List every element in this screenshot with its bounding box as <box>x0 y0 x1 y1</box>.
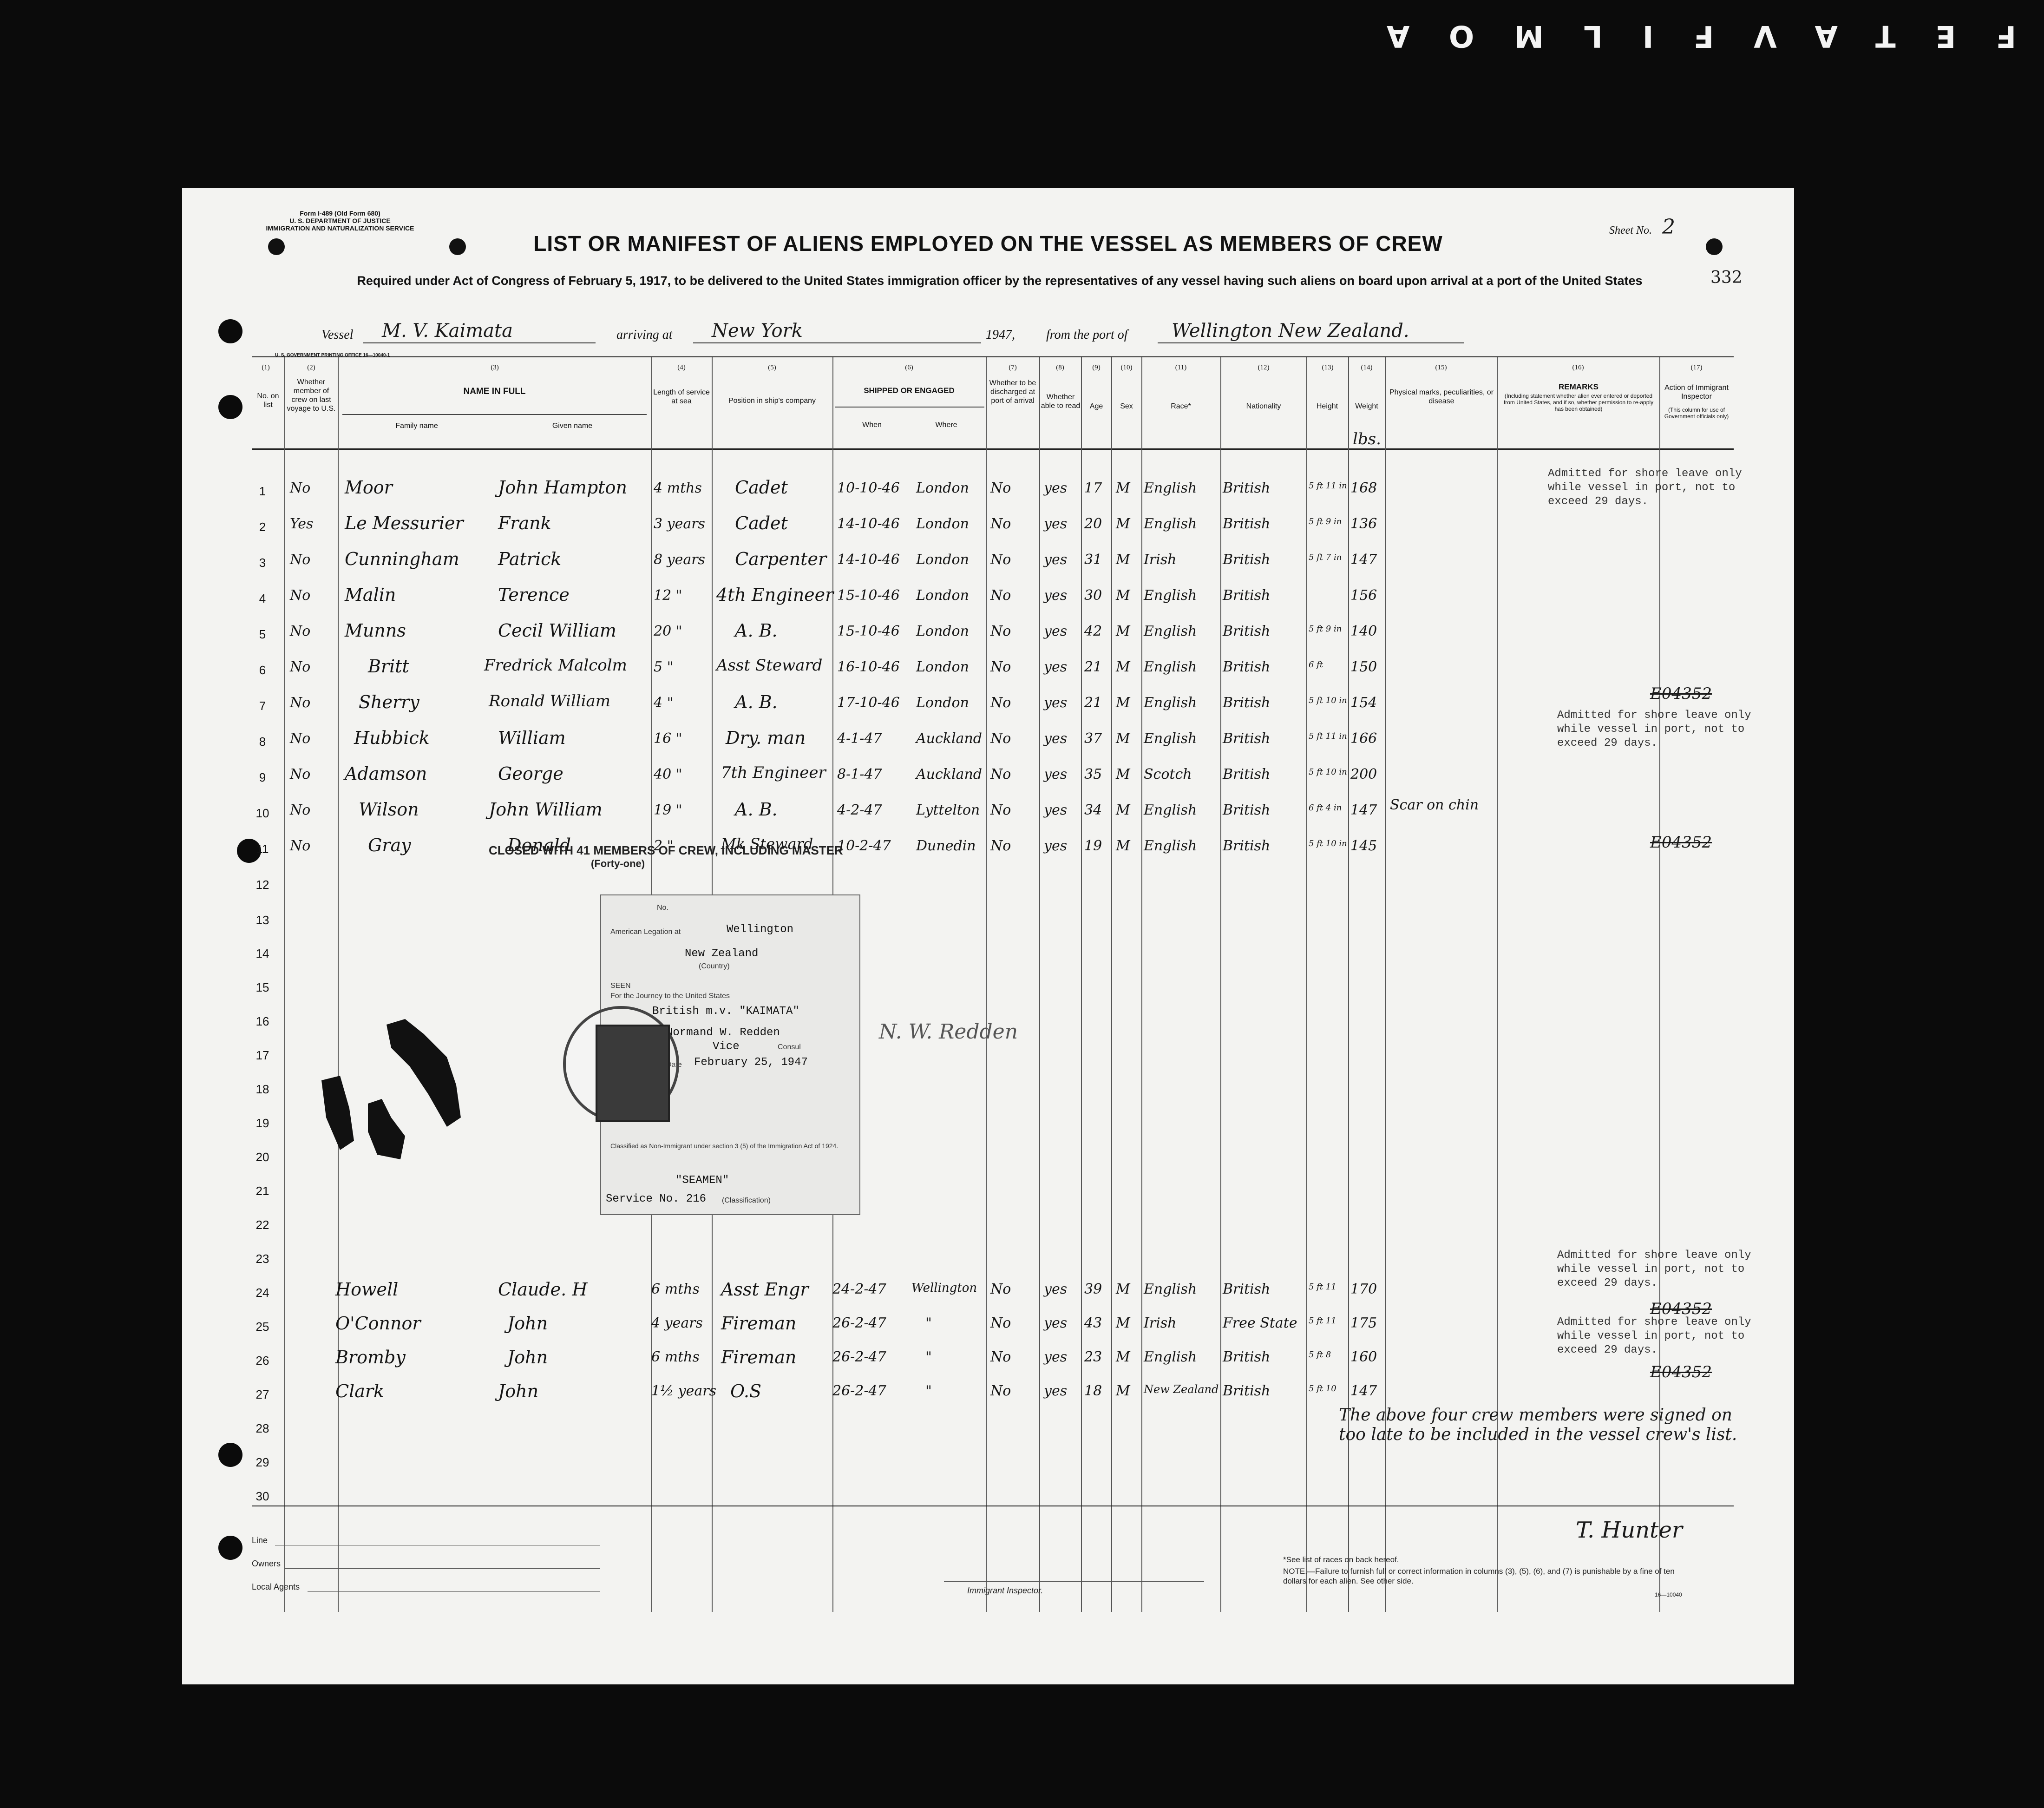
form-identifier: Form I-489 (Old Form 680) U. S. DEPARTME… <box>266 210 414 232</box>
col-remarks: REMARKS <box>1559 382 1599 391</box>
page-title: LIST OR MANIFEST OF ALIENS EMPLOYED ON T… <box>533 231 1443 256</box>
inspector-code: E04352 <box>1650 1363 1712 1381</box>
consul-signature: N. W. Redden <box>879 1020 1018 1044</box>
inspector-code: E04352 <box>1650 833 1712 852</box>
vessel-line: Vessel M. V. Kaimata arriving at New Yor… <box>321 318 1738 346</box>
col-family-name: Family name <box>395 422 438 430</box>
col-length-service: Length of service at sea <box>653 388 710 405</box>
punch-hole <box>218 1536 242 1560</box>
col-given-name: Given name <box>552 422 593 430</box>
col-physical-marks: Physical marks, peculiarities, or diseas… <box>1389 388 1494 405</box>
manifest-sheet: Form I-489 (Old Form 680) U. S. DEPARTME… <box>182 188 1794 1684</box>
physical-mark: Scar on chin <box>1390 797 1479 813</box>
arriving-port: New York <box>712 320 803 342</box>
col-position: Position in ship's company <box>728 397 816 405</box>
punch-hole <box>218 319 242 343</box>
embossed-seal <box>321 1019 461 1159</box>
col-action: Action of Immigrant Inspector <box>1664 384 1729 401</box>
vessel-name: M. V. Kaimata <box>382 320 513 342</box>
remarks-stamp: Admitted for shore leave only while vess… <box>1557 1316 1751 1356</box>
col-no-on-list: No. on list <box>257 392 279 409</box>
punch-hole <box>218 395 242 419</box>
remarks-stamp: Admitted for shore leave only while vess… <box>1557 709 1751 749</box>
col-discharged: Whether to be discharged at port of arri… <box>989 379 1036 405</box>
fee-stamp <box>596 1025 670 1122</box>
inspector-code: E04352 <box>1650 684 1712 703</box>
remarks-stamp: Admitted for shore leave only while vess… <box>1557 1249 1751 1289</box>
col-shipped: SHIPPED OR ENGAGED <box>864 386 955 395</box>
punch-hole <box>218 1443 242 1467</box>
film-edge-mark: FETAVFILMOA <box>1346 19 2016 53</box>
col-whether-member: Whether member of crew on last voyage to… <box>287 378 336 413</box>
col-name-in-full: NAME IN FULL <box>463 387 526 396</box>
col-able-to-read: Whether able to read <box>1041 393 1081 410</box>
departure-port: Wellington New Zealand. <box>1172 320 1409 342</box>
page-subtitle: Required under Act of Congress of Februa… <box>357 274 1643 288</box>
inspector-code: E04352 <box>1650 1300 1712 1318</box>
remarks-stamp: Admitted for shore leave only while vess… <box>1548 467 1742 508</box>
late-crew-note: The above four crew members were signed … <box>1339 1406 1737 1444</box>
closed-with-note: CLOSED WITH 41 MEMBERS OF CREW, INCLUDIN… <box>489 843 843 869</box>
inspector-signature: T. Hunter <box>1576 1517 1683 1543</box>
page-code: 332 <box>1710 268 1743 287</box>
